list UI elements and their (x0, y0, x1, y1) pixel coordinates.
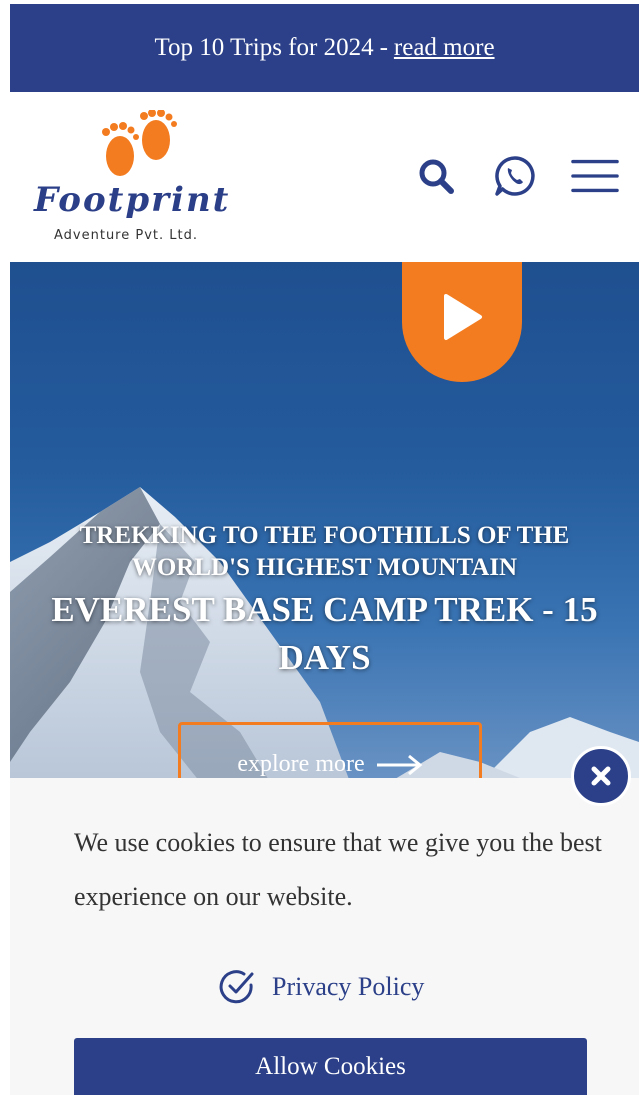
logo-name: Footprint (34, 180, 231, 220)
whatsapp-button[interactable] (491, 152, 539, 200)
site-header: Footprint Adventure Pvt. Ltd. (10, 92, 639, 262)
hero-eyebrow: TREKKING TO THE FOOTHILLS OF THE WORLD'S… (79, 522, 570, 581)
privacy-policy-link[interactable]: Privacy Policy (218, 968, 424, 1006)
hero-title: EVEREST BASE CAMP TREK - 15 DAYS (51, 590, 598, 677)
explore-more-label: explore more (237, 751, 365, 777)
play-icon (444, 294, 482, 340)
allow-cookies-button[interactable]: Allow Cookies (74, 1038, 587, 1095)
whatsapp-icon (495, 156, 535, 196)
search-icon (419, 159, 454, 194)
read-more-link[interactable]: read more (394, 34, 495, 62)
cookie-banner: We use cookies to ensure that we give yo… (10, 746, 639, 1095)
announcement-separator: - (379, 34, 388, 61)
play-video-button[interactable] (402, 262, 522, 382)
announcement-text: Top 10 Trips for 2024 (154, 34, 374, 61)
cookie-close-button[interactable] (571, 746, 631, 806)
hamburger-menu-icon (571, 159, 619, 193)
close-icon (591, 766, 611, 786)
logo-subtitle: Adventure Pvt. Ltd. (54, 228, 198, 243)
hero-text: TREKKING TO THE FOOTHILLS OF THE WORLD'S… (10, 520, 639, 682)
announcement-bar: Top 10 Trips for 2024 - read more (10, 4, 639, 92)
footprint-logo-icon (102, 110, 177, 176)
arrow-right-icon (376, 754, 423, 776)
hero-banner: TREKKING TO THE FOOTHILLS OF THE WORLD'S… (10, 262, 639, 782)
cookie-message: We use cookies to ensure that we give yo… (74, 828, 602, 911)
search-button[interactable] (412, 152, 460, 200)
check-circle-icon (219, 970, 254, 1004)
logo[interactable]: Footprint Adventure Pvt. Ltd. (34, 110, 244, 250)
menu-button[interactable] (571, 152, 619, 200)
explore-more-button[interactable]: explore more (178, 722, 482, 782)
privacy-policy-label: Privacy Policy (272, 972, 425, 1001)
